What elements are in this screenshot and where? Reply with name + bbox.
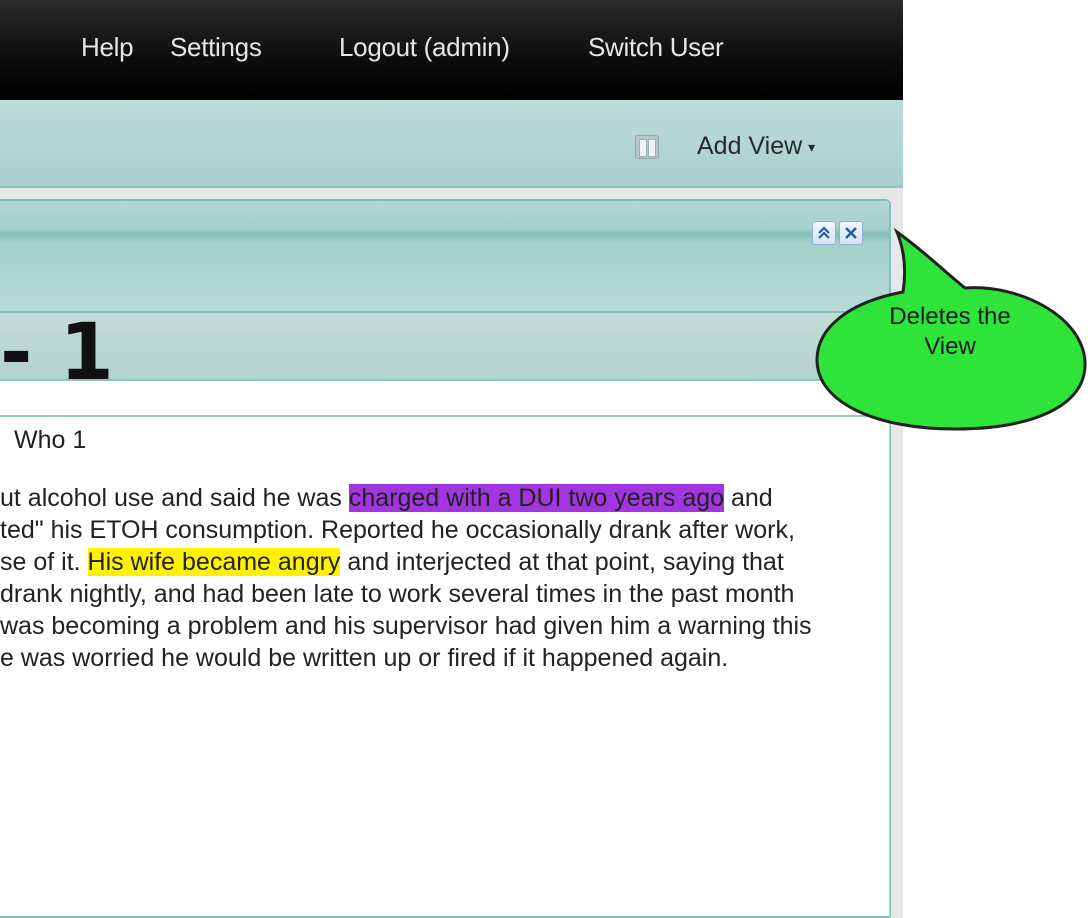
document-subtitle: Who 1 bbox=[14, 426, 87, 454]
highlighted-text[interactable]: His wife became angry bbox=[87, 548, 341, 576]
chevron-down-icon: ▾ bbox=[808, 138, 816, 155]
nav-help-link[interactable]: Help bbox=[81, 32, 134, 63]
document-title: - 1 bbox=[0, 308, 114, 398]
text-line: ted" his ETOH consumption. Reported he o… bbox=[0, 516, 795, 544]
view-panel-header bbox=[0, 201, 889, 311]
text-line: ut alcohol use and said he was charged w… bbox=[0, 484, 773, 512]
document-body: ut alcohol use and said he was charged w… bbox=[0, 482, 880, 722]
application: Help Settings Logout (admin) Switch User… bbox=[0, 0, 903, 918]
text-line: was becoming a problem and his superviso… bbox=[0, 612, 812, 640]
add-view-dropdown[interactable]: Add View ▾ bbox=[697, 132, 815, 161]
top-navigation-bar: Help Settings Logout (admin) Switch User bbox=[0, 0, 903, 100]
highlighted-text[interactable]: charged with a DUI two years ago bbox=[348, 484, 725, 512]
text-line: drank nightly, and had been late to work… bbox=[0, 580, 795, 608]
callout-text: Deletes the View bbox=[889, 303, 1011, 360]
text-line: e was worried he would be written up or … bbox=[0, 644, 729, 672]
text-line: se of it. His wife became angry and inte… bbox=[0, 548, 784, 576]
add-view-label: Add View bbox=[697, 132, 803, 160]
nav-settings-link[interactable]: Settings bbox=[170, 32, 262, 63]
nav-logout-link[interactable]: Logout (admin) bbox=[339, 32, 510, 63]
view-panel-subbar bbox=[0, 311, 889, 381]
nav-switch-user-link[interactable]: Switch User bbox=[588, 32, 724, 63]
columns-icon[interactable] bbox=[635, 135, 659, 159]
